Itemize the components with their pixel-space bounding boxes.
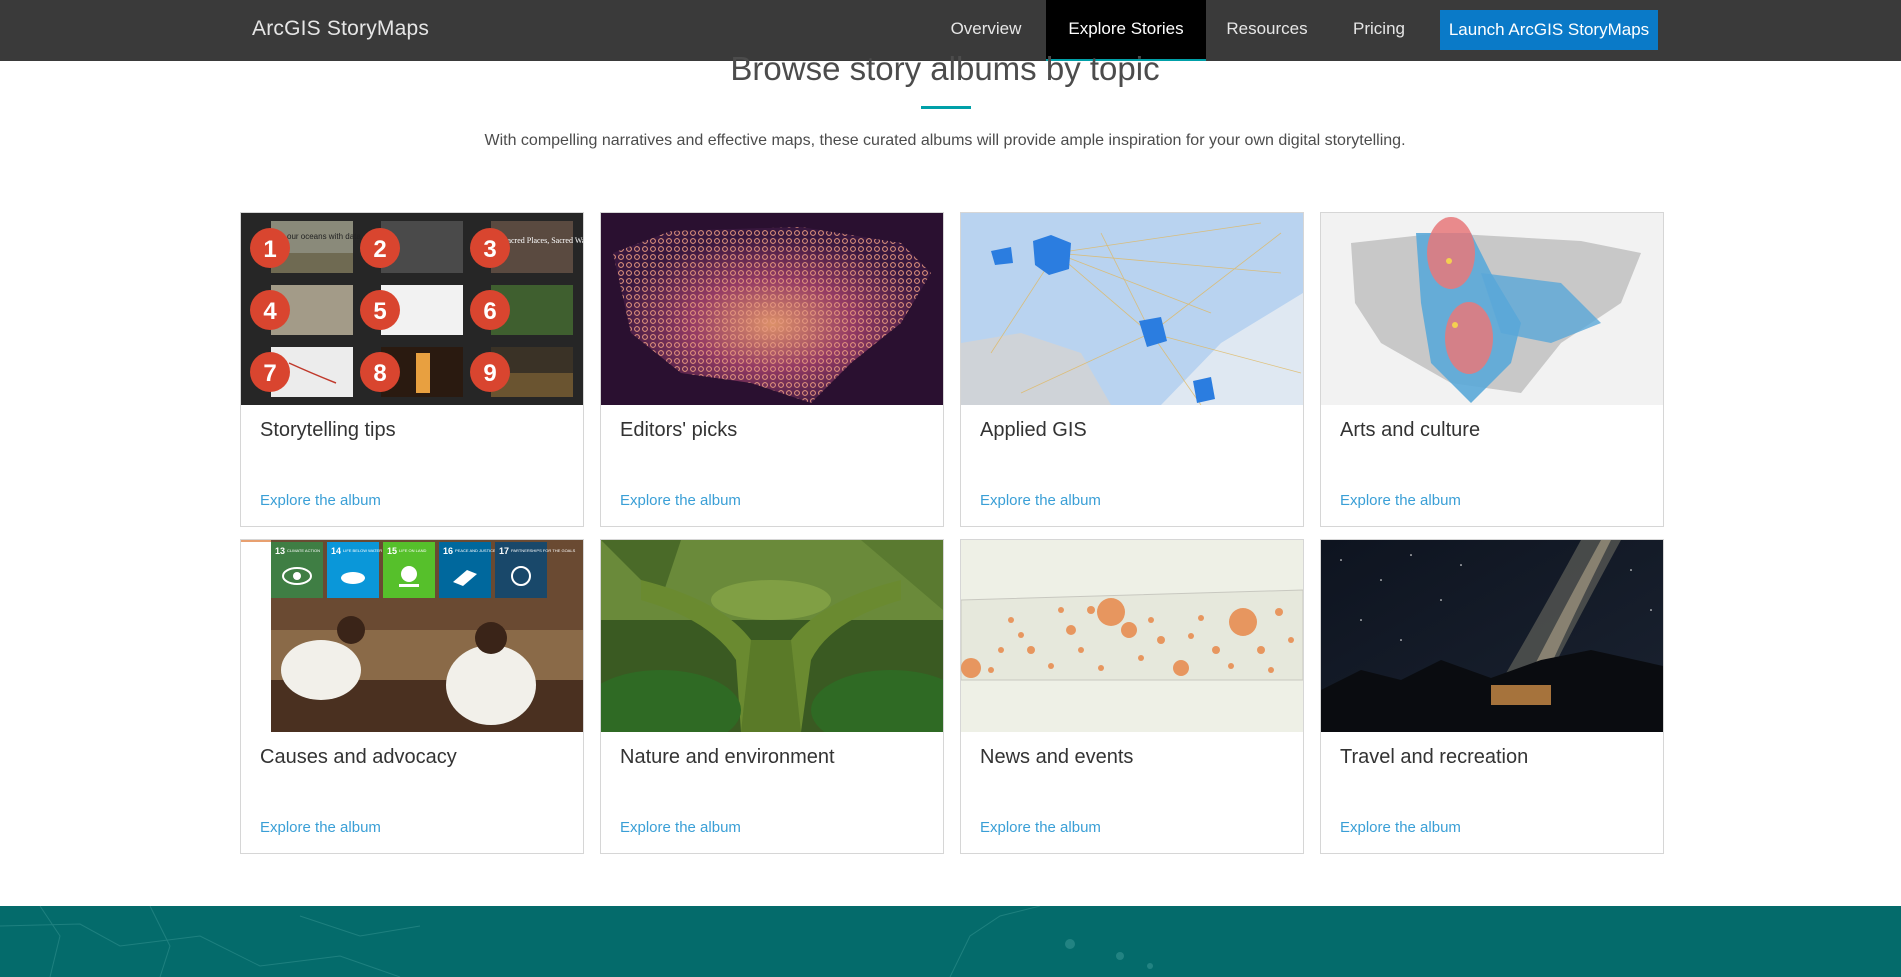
tips-number-2: 2: [373, 236, 386, 263]
album-thumbnail: 13 CLIMATE ACTION 14 LIFE BELOW WATER 15…: [241, 540, 583, 732]
album-card-arts-and-culture[interactable]: Arts and culture Explore the album: [1320, 212, 1664, 527]
sdg-tile-number: 16: [443, 546, 453, 556]
tips-caption-1: our oceans with data: [287, 232, 361, 241]
explore-album-link[interactable]: Explore the album: [260, 492, 381, 509]
album-thumbnail: [961, 540, 1303, 732]
sdg-tile-number: 14: [331, 546, 341, 556]
explore-album-link[interactable]: Explore the album: [980, 819, 1101, 836]
album-card-causes-and-advocacy[interactable]: 13 CLIMATE ACTION 14 LIFE BELOW WATER 15…: [240, 539, 584, 854]
album-thumbnail: [601, 540, 943, 732]
sdg-tile-label: LIFE BELOW WATER: [343, 548, 382, 553]
sdg-tile-number: 17: [499, 546, 509, 556]
album-card-travel-and-recreation[interactable]: Travel and recreation Explore the album: [1320, 539, 1664, 854]
album-title: Applied GIS: [980, 419, 1087, 441]
album-card-news-and-events[interactable]: News and events Explore the album: [960, 539, 1304, 854]
explore-album-link[interactable]: Explore the album: [1340, 819, 1461, 836]
album-title: Arts and culture: [1340, 419, 1481, 441]
tips-caption-3: Sacred Places, Sacred Ways: [503, 236, 583, 245]
album-title: Travel and recreation: [1340, 746, 1529, 768]
album-thumbnail: [1321, 540, 1663, 732]
album-card-applied-gis[interactable]: Applied GIS Explore the album: [960, 212, 1304, 527]
footer-map-banner: [0, 906, 1901, 977]
album-title: Editors' picks: [620, 419, 738, 441]
title-underline: [921, 106, 971, 109]
sdg-tile-label: PEACE AND JUSTICE: [455, 548, 496, 553]
album-thumbnail: [961, 213, 1303, 405]
tips-number-8: 8: [373, 360, 386, 387]
album-title: Storytelling tips: [260, 419, 396, 441]
album-thumbnail: [601, 213, 943, 405]
album-thumbnail: [1321, 213, 1663, 405]
album-thumbnail: our oceans with data Sacred Places, Sacr…: [241, 213, 583, 405]
sdg-tile-number: 13: [275, 546, 285, 556]
explore-album-link[interactable]: Explore the album: [1340, 492, 1461, 509]
explore-album-link[interactable]: Explore the album: [620, 819, 741, 836]
album-card-editors-picks[interactable]: Editors' picks Explore the album: [600, 212, 944, 527]
tips-number-5: 5: [373, 298, 386, 325]
brand-logo-text[interactable]: ArcGIS StoryMaps: [252, 17, 429, 41]
section-title: Browse story albums by topic: [730, 50, 1160, 87]
album-card-nature-and-environment[interactable]: Nature and environment Explore the album: [600, 539, 944, 854]
album-title: News and events: [980, 746, 1134, 768]
launch-storymaps-button[interactable]: Launch ArcGIS StoryMaps: [1440, 10, 1658, 50]
sdg-tile-label: LIFE ON LAND: [399, 548, 426, 553]
sdg-tile-number: 15: [387, 546, 397, 556]
sdg-tile-label: PARTNERSHIPS FOR THE GOALS: [511, 548, 576, 553]
tips-number-3: 3: [483, 236, 496, 263]
explore-album-link[interactable]: Explore the album: [980, 492, 1101, 509]
sdg-tile-label: CLIMATE ACTION: [287, 548, 320, 553]
section-intro: With compelling narratives and effective…: [484, 132, 1406, 149]
tips-number-4: 4: [263, 298, 277, 325]
album-card-storytelling-tips[interactable]: our oceans with data Sacred Places, Sacr…: [240, 212, 584, 527]
tips-number-6: 6: [483, 298, 496, 325]
album-title: Causes and advocacy: [260, 746, 457, 768]
tips-number-7: 7: [263, 360, 276, 387]
explore-album-link[interactable]: Explore the album: [260, 819, 381, 836]
tips-number-1: 1: [263, 236, 276, 263]
explore-album-link[interactable]: Explore the album: [620, 492, 741, 509]
tips-number-9: 9: [483, 360, 496, 387]
album-title: Nature and environment: [620, 746, 835, 768]
